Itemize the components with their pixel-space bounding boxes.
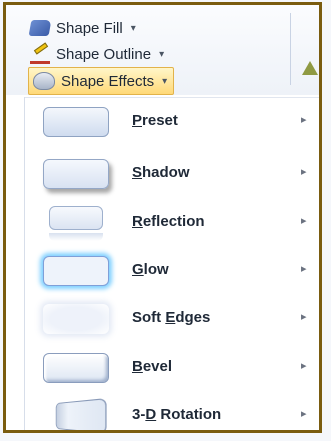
shape-effects-panel: Shape Fill ▾ Shape Outline ▾ Shape Effec…: [3, 2, 322, 433]
menu-item-reflection[interactable]: Reflection ▸: [25, 200, 319, 246]
submenu-arrow-icon: ▸: [301, 114, 307, 126]
chevron-down-icon[interactable]: ▾: [131, 23, 136, 34]
menu-item-3d-rotation[interactable]: 3-D Rotation ▸: [25, 393, 319, 430]
menu-item-glow[interactable]: Glow ▸: [25, 248, 319, 294]
submenu-arrow-icon: ▸: [301, 311, 307, 323]
chevron-down-icon[interactable]: ▾: [162, 76, 167, 87]
menu-item-label: Shadow: [132, 164, 190, 181]
glow-effect-icon: [43, 256, 109, 286]
preset-effect-icon: [43, 107, 109, 137]
shape-effects-icon: [33, 72, 55, 90]
shape-effects-dropdown-menu: Preset ▸ Shadow ▸ Reflection ▸ Glow ▸ So…: [24, 97, 319, 430]
paint-bucket-icon: [28, 20, 52, 36]
menu-item-preset[interactable]: Preset ▸: [25, 99, 319, 145]
menu-item-label: Soft Edges: [132, 309, 211, 326]
ribbon-shape-styles-group: Shape Fill ▾ Shape Outline ▾ Shape Effec…: [6, 5, 319, 95]
menu-top-separator: [25, 97, 319, 98]
menu-item-label: Bevel: [132, 358, 173, 375]
menu-item-shadow[interactable]: Shadow ▸: [25, 151, 319, 197]
submenu-arrow-icon: ▸: [301, 408, 307, 420]
shape-effects-button[interactable]: Shape Effects ▾: [28, 67, 175, 95]
menu-item-bevel[interactable]: Bevel ▸: [25, 345, 319, 391]
pencil-outline-icon: [30, 45, 50, 64]
chevron-down-icon[interactable]: ▾: [159, 49, 164, 60]
soft-edges-effect-icon: [43, 304, 109, 334]
reflection-effect-icon: [49, 206, 103, 241]
menu-item-label: Preset: [132, 112, 178, 129]
shape-outline-button[interactable]: Shape Outline ▾: [30, 43, 164, 65]
submenu-arrow-icon: ▸: [301, 360, 307, 372]
menu-item-label: Glow: [132, 261, 169, 278]
menu-item-label: Reflection: [132, 213, 205, 230]
shape-fill-button[interactable]: Shape Fill ▾: [28, 17, 136, 39]
shape-fill-label: Shape Fill: [56, 19, 123, 37]
submenu-arrow-icon: ▸: [301, 215, 307, 227]
submenu-arrow-icon: ▸: [301, 166, 307, 178]
submenu-arrow-icon: ▸: [301, 263, 307, 275]
bevel-effect-icon: [43, 353, 109, 383]
menu-item-label: 3-D Rotation: [132, 406, 222, 423]
shape-effects-label: Shape Effects: [61, 72, 155, 90]
menu-item-soft-edges[interactable]: Soft Edges ▸: [25, 296, 319, 342]
3d-rotation-effect-icon: [55, 398, 107, 430]
ribbon-divider: [290, 13, 291, 85]
shadow-effect-icon: [43, 159, 109, 189]
triangle-shape-preview-icon: [302, 61, 318, 75]
shape-outline-label: Shape Outline: [56, 45, 152, 63]
